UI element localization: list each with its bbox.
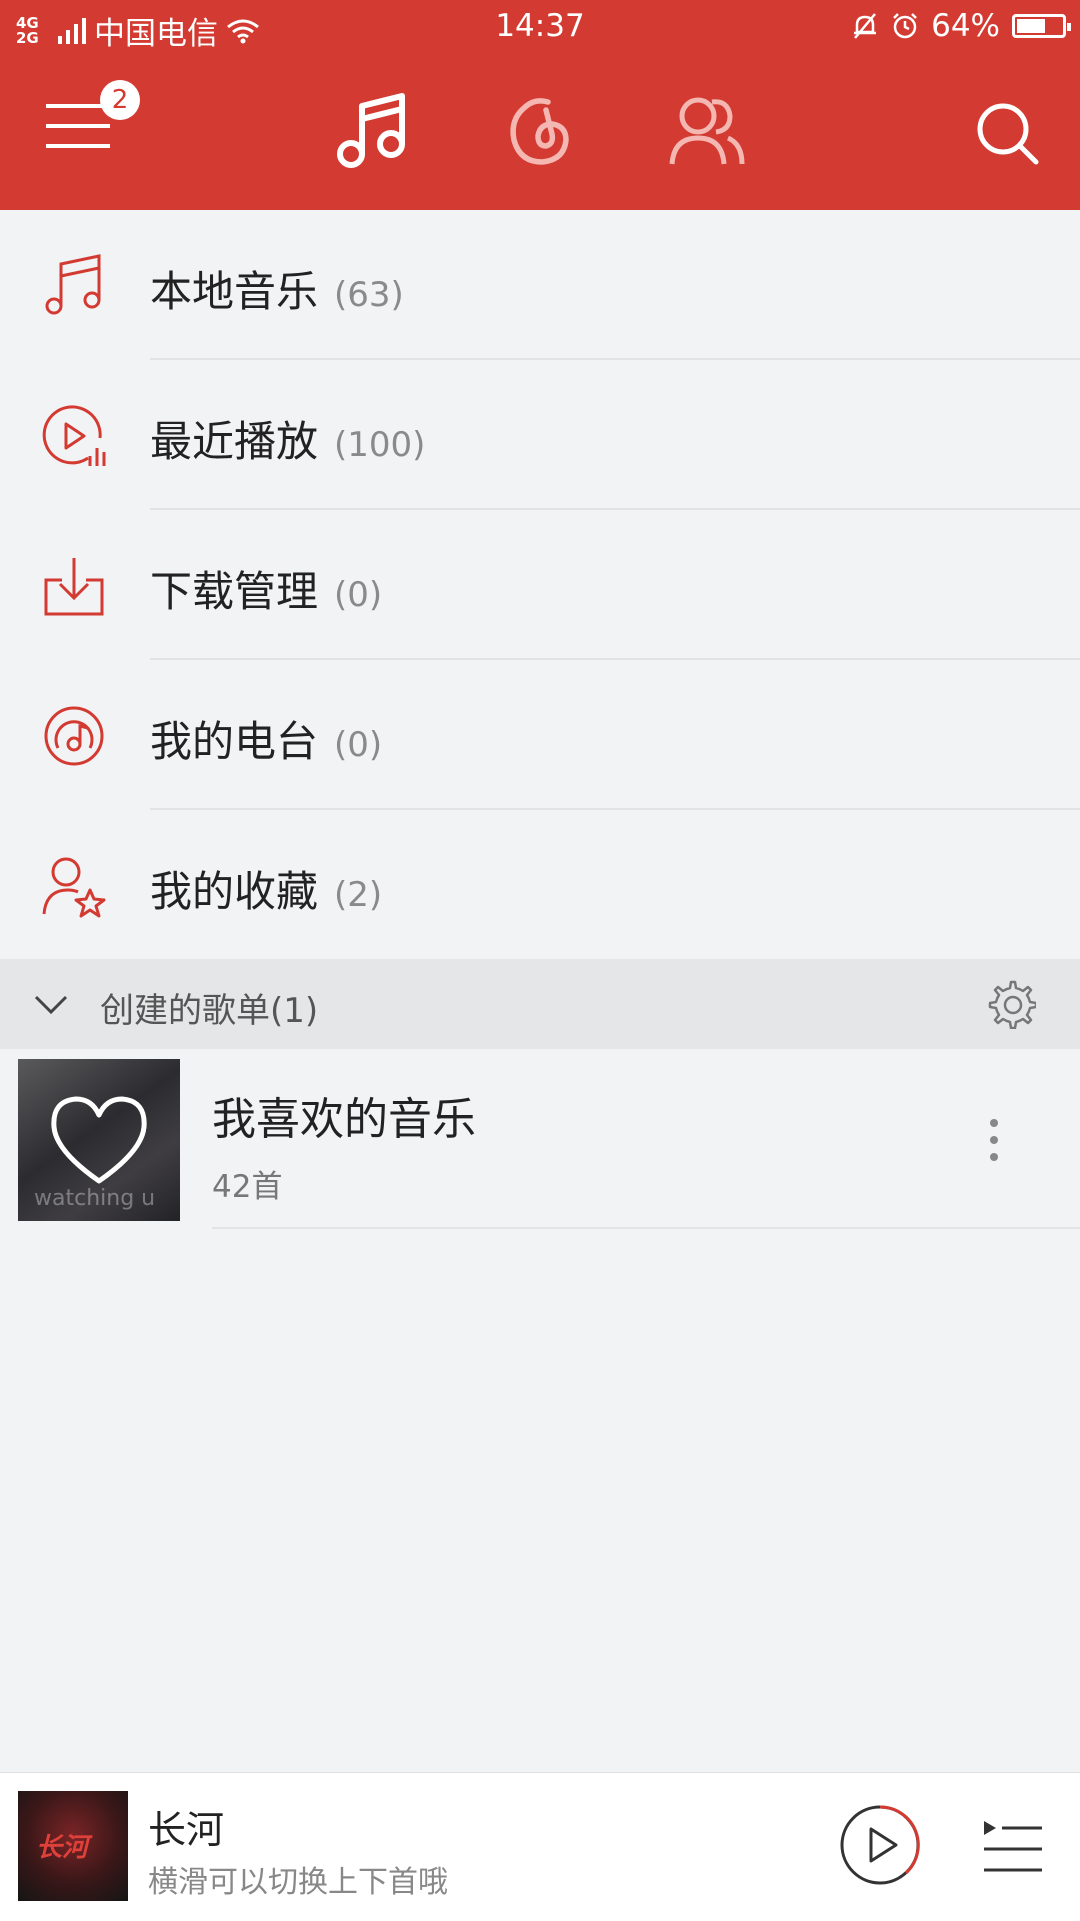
created-playlists-header[interactable]: 创建的歌单(1) [0,959,1080,1049]
music-note-icon[interactable] [335,92,409,170]
top-nav: 2 [0,56,1080,210]
menu-item-label: 下载管理 (0) [150,567,383,616]
play-button[interactable] [838,1803,922,1887]
menu-item-local-music[interactable]: 本地音乐 (63) [0,210,1080,360]
now-playing-art: 长河 [18,1791,128,1901]
menu-item-favorites[interactable]: 我的收藏 (2) [0,810,1080,960]
swipe-hint: 横滑可以切换上下首哦 [148,1865,448,1900]
gear-icon[interactable] [986,979,1036,1029]
section-title: 创建的歌单(1) [100,991,319,1031]
menu-item-count: (2) [334,875,383,915]
app-header: 4G 2G 中国电信 14:37 64% 2 [0,0,1080,210]
menu-item-downloads[interactable]: 下载管理 (0) [0,510,1080,660]
status-bar: 4G 2G 中国电信 14:37 64% [0,0,1080,56]
alarm-icon [893,13,917,39]
status-right: 64% [851,8,1071,44]
now-playing-title: 长河 [148,1808,225,1852]
more-options-icon[interactable] [990,1119,1000,1170]
friends-icon[interactable] [668,94,746,168]
favorites-icon [42,857,106,918]
menu-item-label: 我的收藏 (2) [150,867,383,916]
netease-logo-icon[interactable] [506,96,574,168]
playlist-track-count: 42首 [212,1169,283,1205]
mini-player[interactable]: 长河 长河 横滑可以切换上下首哦 [0,1772,1080,1921]
menu-item-label: 本地音乐 (63) [150,267,404,316]
menu-item-recent-play[interactable]: 最近播放 (100) [0,360,1080,510]
menu-item-count: (63) [334,275,404,315]
notification-badge: 2 [100,80,140,120]
my-music-menu: 本地音乐 (63) 最近播放 (100) 下载管理 (0) 我的电台 (0) 我… [0,210,1080,960]
recent-play-icon [42,405,106,466]
menu-item-count: (0) [334,725,383,765]
divider [212,1227,1080,1229]
cover-watermark: watching u [34,1186,156,1211]
menu-item-label: 我的电台 (0) [150,717,383,766]
menu-item-label: 最近播放 (100) [150,417,426,466]
menu-item-count: (0) [334,575,383,615]
mute-bell-icon [854,13,877,39]
playlist-name: 我喜欢的音乐 [212,1094,476,1145]
menu-item-count: (100) [334,425,426,465]
chevron-down-icon[interactable] [34,987,68,1021]
battery-icon [1012,14,1071,38]
heart-icon [51,1096,147,1184]
playlist-queue-icon[interactable] [982,1819,1044,1875]
playlist-row[interactable]: watching u 我喜欢的音乐 42首 [0,1049,1080,1229]
battery-fill [1017,19,1045,33]
menu-item-radio[interactable]: 我的电台 (0) [0,660,1080,810]
search-icon[interactable] [976,102,1040,166]
battery-percent: 64% [931,8,1000,44]
album-art-text: 长河 [36,1833,89,1863]
local-music-icon [45,254,101,315]
radio-icon [44,706,104,766]
playlist-cover: watching u [18,1059,180,1221]
menu-icon[interactable] [46,102,110,150]
download-icon [44,558,104,616]
